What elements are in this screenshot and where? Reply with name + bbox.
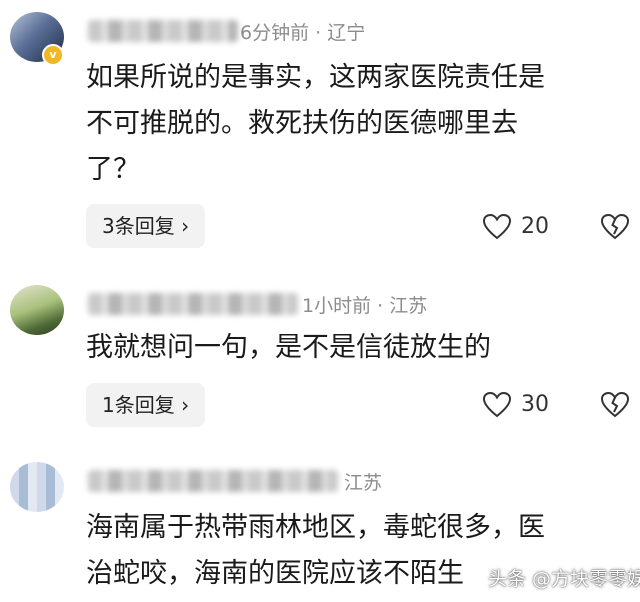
like-count: 30 (521, 392, 549, 417)
comment-text-line: 了？ (86, 154, 140, 185)
comment-text-line: 如果所说的是事实，这两家医院责任是 (86, 62, 545, 93)
username-blurred[interactable] (88, 470, 338, 492)
comment-text-line: 不可推脱的。救死扶伤的医德哪里去 (86, 108, 518, 139)
comment-text-line: 我就想问一句，是不是信徒放生的 (86, 332, 491, 363)
comment-meta: 江苏 (344, 472, 383, 494)
replies-button[interactable]: 1条回复 › (86, 383, 206, 427)
like-count: 20 (521, 214, 549, 239)
broken-heart-icon[interactable] (600, 212, 630, 242)
replies-button[interactable]: 3条回复 › (86, 204, 206, 248)
comment-meta: 6分钟前 · 辽宁 (240, 22, 366, 44)
broken-heart-icon[interactable] (600, 390, 630, 420)
comment-meta: 1小时前 · 江苏 (302, 295, 428, 317)
comment-text-line: 海南属于热带雨林地区，毒蛇很多，医 (86, 512, 545, 543)
avatar[interactable] (10, 285, 64, 335)
comment-text-line: 治蛇咬，海南的医院应该不陌生 (86, 558, 464, 589)
heart-icon[interactable] (482, 212, 512, 242)
heart-icon[interactable] (482, 390, 512, 420)
username-blurred[interactable] (88, 20, 238, 42)
username-blurred[interactable] (88, 293, 298, 315)
avatar[interactable] (10, 462, 64, 512)
watermark: 头条 @方块零零娱 (488, 568, 640, 590)
verified-badge-icon: v (42, 44, 64, 66)
